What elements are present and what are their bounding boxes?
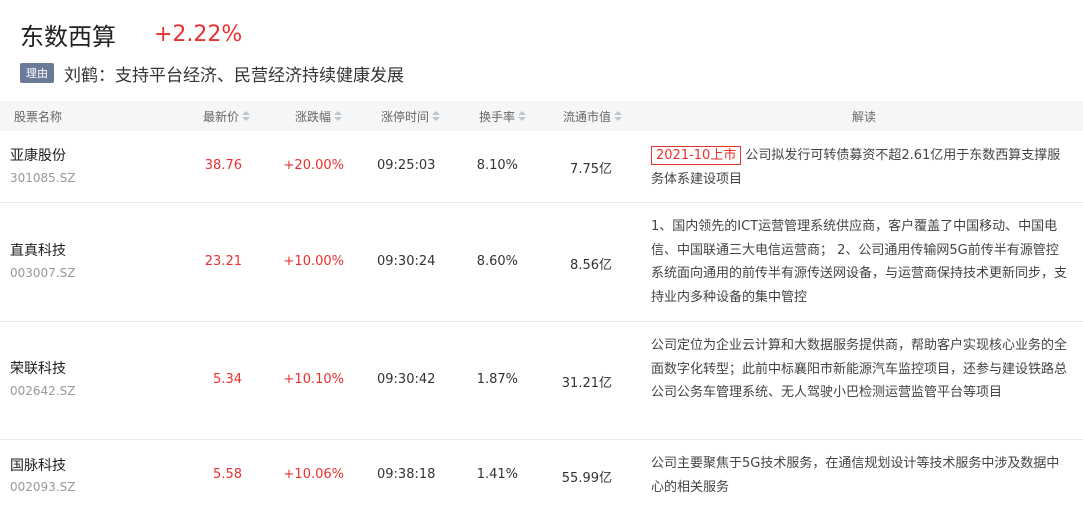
stock-description: 2021-10上市 公司拟发行可转债募资不超2.61亿用于东数西算支撑服务体系建设… [651,144,1069,191]
col-header-pct[interactable]: 涨跌幅 [288,101,342,131]
market-cap: 7.75亿 [570,162,612,177]
sort-icon[interactable] [432,111,440,121]
col-header-desc-label: 解读 [852,109,877,124]
turnover: 8.10% [476,158,518,173]
col-header-mktcap-label: 流通市值 [562,109,611,124]
turnover: 1.87% [476,372,518,387]
col-header-pct-label: 涨跌幅 [294,109,331,124]
stock-description: 1、国内领先的ICT运营管理系统供应商，客户覆盖了中国移动、中国电信、中国联通三… [651,219,1068,305]
limit-time: 09:25:03 [377,158,436,173]
stock-code: 003007.SZ [10,266,76,280]
stock-pct: +10.00% [283,254,344,269]
market-cap: 31.21亿 [561,376,612,391]
stock-price: 38.76 [204,158,242,173]
stock-pct: +10.06% [283,467,344,482]
col-header-desc: 解读 [852,101,876,131]
reason-text: 刘鹤：支持平台经济、民营经济持续健康发展 [64,65,404,86]
turnover: 1.41% [476,467,518,482]
sort-icon[interactable] [614,111,622,121]
stock-code: 002642.SZ [10,384,76,398]
col-header-turnover[interactable]: 换手率 [472,101,526,131]
limit-time: 09:38:18 [377,467,436,482]
col-header-turnover-label: 换手率 [478,109,515,124]
stock-price: 5.34 [213,372,242,387]
reason-badge: 理由 [20,63,54,83]
stock-price: 23.21 [204,254,242,269]
stock-pct: +10.10% [283,372,344,387]
sector-change: +2.22% [154,21,243,47]
table-row[interactable]: 直真科技 003007.SZ 23.21 +10.00% 09:30:24 8.… [0,203,1083,322]
limit-time: 09:30:24 [377,254,436,269]
stock-name[interactable]: 荣联科技 [10,358,66,378]
page-header: 东数西算 +2.22% [20,18,243,51]
col-header-price[interactable]: 最新价 [196,101,250,131]
turnover: 8.60% [476,254,518,269]
stock-name[interactable]: 亚康股份 [10,145,66,165]
col-header-limit-time-label: 涨停时间 [380,109,429,124]
sector-title: 东数西算 [20,22,116,51]
col-header-limit-time[interactable]: 涨停时间 [374,101,440,131]
market-cap: 8.56亿 [570,258,612,273]
reason-row: 理由 刘鹤：支持平台经济、民营经济持续健康发展 [20,62,404,86]
stock-description: 公司主要聚焦于5G技术服务，在通信规划设计等技术服务中涉及数据中心的相关服务 [651,456,1060,495]
table-row[interactable]: 国脉科技 002093.SZ 5.58 +10.06% 09:38:18 1.4… [0,440,1083,507]
sort-icon[interactable] [518,111,526,121]
sort-icon[interactable] [242,111,250,121]
col-header-name: 股票名称 [14,101,62,131]
sort-icon[interactable] [334,111,342,121]
table-header: 股票名称 最新价 涨跌幅 涨停时间 换手率 流通市值 解读 [0,101,1083,131]
table-row[interactable]: 荣联科技 002642.SZ 5.34 +10.10% 09:30:42 1.8… [0,322,1083,440]
stock-code: 002093.SZ [10,480,76,494]
col-header-price-label: 最新价 [202,109,239,124]
stock-name[interactable]: 直真科技 [10,240,66,260]
market-cap: 55.99亿 [561,471,612,486]
stock-code: 301085.SZ [10,171,76,185]
stock-description: 公司定位为企业云计算和大数据服务提供商，帮助客户实现核心业务的全面数字化转型；此… [651,338,1068,400]
stock-table: 股票名称 最新价 涨跌幅 涨停时间 换手率 流通市值 解读 亚康股份 30108… [0,101,1083,507]
col-header-name-label: 股票名称 [14,109,63,124]
table-row[interactable]: 亚康股份 301085.SZ 38.76 +20.00% 09:25:03 8.… [0,131,1083,203]
stock-pct: +20.00% [283,158,344,173]
limit-time: 09:30:42 [377,372,436,387]
listing-tag: 2021-10上市 [651,146,742,165]
stock-name[interactable]: 国脉科技 [10,455,66,475]
stock-price: 5.58 [213,467,242,482]
col-header-mktcap[interactable]: 流通市值 [556,101,622,131]
